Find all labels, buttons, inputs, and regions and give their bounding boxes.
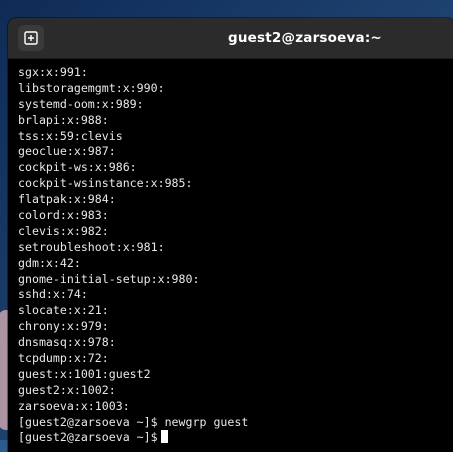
terminal-line: tss:x:59:clevis <box>18 128 123 143</box>
terminal-line: slocate:x:21: <box>18 303 109 318</box>
terminal-line: dnsmasq:x:978: <box>18 335 116 350</box>
terminal-line: [guest2@zarsoeva ~]$ newgrp guest <box>18 414 249 429</box>
text-cursor <box>160 430 168 444</box>
terminal-line: gdm:x:42: <box>18 255 81 270</box>
terminal-line: systemd-oom:x:989: <box>18 96 144 111</box>
window-title: guest2@zarsoeva:~ <box>228 30 382 46</box>
terminal-line: chrony:x:979: <box>18 319 109 334</box>
terminal-line: gnome-initial-setup:x:980: <box>18 271 200 286</box>
terminal-line: sshd:x:74: <box>18 287 88 302</box>
new-tab-icon <box>24 31 38 45</box>
terminal-window: guest2@zarsoeva:~ sgx:x:991: libstoragem… <box>8 18 453 452</box>
title-bar[interactable]: guest2@zarsoeva:~ <box>8 18 453 59</box>
terminal-line: geoclue:x:987: <box>18 144 116 159</box>
terminal-line: brlapi:x:988: <box>18 112 109 127</box>
terminal-line: flatpak:x:984: <box>18 192 116 207</box>
terminal-line: sgx:x:991: <box>18 65 88 79</box>
terminal-line: tcpdump:x:72: <box>18 351 109 366</box>
terminal-prompt-line[interactable]: [guest2@zarsoeva ~]$ <box>18 430 453 446</box>
terminal-output[interactable]: sgx:x:991: libstoragemgmt:x:990: systemd… <box>8 59 453 452</box>
terminal-line: zarsoeva:x:1003: <box>18 398 130 413</box>
terminal-line: clevis:x:982: <box>18 223 109 238</box>
terminal-line: guest:x:1001:guest2 <box>18 366 151 381</box>
terminal-line: setroubleshoot:x:981: <box>18 239 165 254</box>
terminal-line: colord:x:983: <box>18 208 109 223</box>
new-tab-button[interactable] <box>18 25 44 51</box>
terminal-line: cockpit-wsinstance:x:985: <box>18 176 193 191</box>
prompt-text: [guest2@zarsoeva ~]$ <box>18 430 158 445</box>
terminal-line: libstoragemgmt:x:990: <box>18 80 165 95</box>
terminal-line: cockpit-ws:x:986: <box>18 160 137 175</box>
terminal-line: guest2:x:1002: <box>18 382 116 397</box>
